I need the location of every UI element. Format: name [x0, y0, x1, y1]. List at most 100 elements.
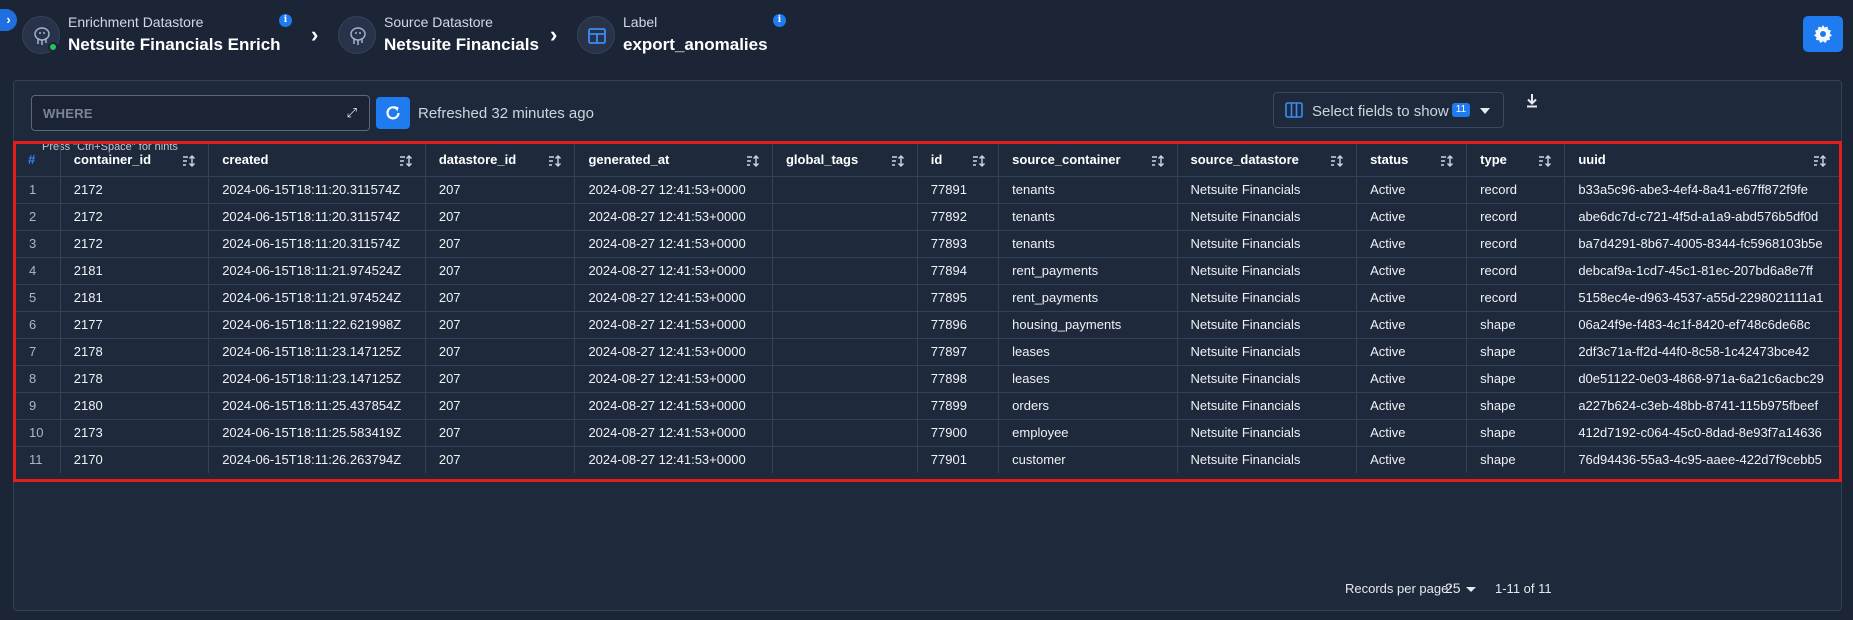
- breadcrumb-enrichment-datastore[interactable]: Enrichment Datastore Netsuite Financials…: [22, 12, 282, 58]
- chevron-down-icon[interactable]: [1466, 587, 1476, 592]
- table-row[interactable]: 2 2172 2024-06-15T18:11:20.311574Z 207 2024-…: [16, 203, 1839, 231]
- sort-icon[interactable]: [548, 155, 562, 170]
- cell-uuid: 06a24f9e-f483-4c1f-8420-ef748c6de68c: [1564, 311, 1839, 339]
- table-row[interactable]: 10 2173 2024-06-15T18:11:25.583419Z 207 2024…: [16, 419, 1839, 447]
- breadcrumb-label-container[interactable]: Label export_anomalies: [577, 12, 777, 58]
- table-row[interactable]: 1 2172 2024-06-15T18:11:20.311574Z 207 2024-…: [16, 176, 1839, 204]
- breadcrumb-source-datastore[interactable]: Source Datastore Netsuite Financials: [338, 12, 539, 58]
- sort-icon[interactable]: [182, 155, 196, 170]
- refresh-button[interactable]: [376, 97, 410, 129]
- column-header-status[interactable]: status: [1356, 144, 1468, 177]
- cell-type: record: [1466, 284, 1566, 312]
- cell-generated-at: 2024-08-27 12:41:53+0000: [574, 230, 773, 258]
- table-row[interactable]: 9 2180 2024-06-15T18:11:25.437854Z 207 2024-…: [16, 392, 1839, 420]
- cell-global-tags: [772, 176, 918, 204]
- column-header-label: source_container: [1012, 152, 1121, 168]
- pagination-range: 1-11 of 11: [1495, 581, 1552, 596]
- cell-generated-at: 2024-08-27 12:41:53+0000: [574, 311, 773, 339]
- cell-container-id: 2180: [60, 392, 210, 420]
- table-header-row: # container_id created datastore_id generate…: [16, 144, 1839, 177]
- cell-generated-at: 2024-08-27 12:41:53+0000: [574, 176, 773, 204]
- cell-source-container: rent_payments: [998, 257, 1178, 285]
- column-header-type[interactable]: type: [1466, 144, 1566, 177]
- where-query-input[interactable]: WHERE ⤢: [31, 95, 370, 131]
- row-number-cell: 6: [16, 311, 61, 339]
- cell-status: Active: [1356, 446, 1468, 473]
- cell-created: 2024-06-15T18:11:20.311574Z: [208, 203, 426, 231]
- table-row[interactable]: 11 2170 2024-06-15T18:11:26.263794Z 207 2024…: [16, 446, 1839, 473]
- cell-source-datastore: Netsuite Financials: [1177, 176, 1358, 204]
- cell-created: 2024-06-15T18:11:21.974524Z: [208, 284, 426, 312]
- column-header-datastore-id[interactable]: datastore_id: [425, 144, 576, 177]
- column-header-row-number[interactable]: #: [16, 144, 61, 177]
- sort-icon[interactable]: [1538, 155, 1552, 170]
- cell-status: Active: [1356, 311, 1468, 339]
- select-fields-dropdown[interactable]: Select fields to show 11: [1273, 92, 1504, 128]
- cell-datastore-id: 207: [425, 365, 576, 393]
- table-row[interactable]: 7 2178 2024-06-15T18:11:23.147125Z 207 2024-…: [16, 338, 1839, 366]
- column-header-created[interactable]: created: [208, 144, 426, 177]
- where-placeholder: WHERE: [43, 106, 93, 121]
- sort-icon[interactable]: [972, 155, 986, 170]
- download-button[interactable]: [1522, 91, 1542, 111]
- settings-button[interactable]: [1803, 16, 1843, 52]
- cell-global-tags: [772, 284, 918, 312]
- sort-icon[interactable]: [1330, 155, 1344, 170]
- table-row[interactable]: 4 2181 2024-06-15T18:11:21.974524Z 207 2024-…: [16, 257, 1839, 285]
- table-body: 1 2172 2024-06-15T18:11:20.311574Z 207 2024-…: [16, 176, 1839, 473]
- sort-icon[interactable]: [1813, 155, 1827, 170]
- cell-source-container: tenants: [998, 230, 1178, 258]
- cell-datastore-id: 207: [425, 338, 576, 366]
- cell-type: record: [1466, 176, 1566, 204]
- cell-generated-at: 2024-08-27 12:41:53+0000: [574, 446, 773, 473]
- cell-status: Active: [1356, 176, 1468, 204]
- rows-per-page-select[interactable]: 25: [1445, 580, 1461, 596]
- sort-icon[interactable]: [1440, 155, 1454, 170]
- table-row[interactable]: 6 2177 2024-06-15T18:11:22.621998Z 207 2024-…: [16, 311, 1839, 339]
- column-header-uuid[interactable]: uuid: [1564, 144, 1839, 177]
- cell-status: Active: [1356, 365, 1468, 393]
- column-header-source-datastore[interactable]: source_datastore: [1177, 144, 1358, 177]
- cell-global-tags: [772, 419, 918, 447]
- cell-container-id: 2172: [60, 176, 210, 204]
- row-number-cell: 11: [16, 446, 61, 473]
- sort-icon[interactable]: [1151, 155, 1165, 170]
- row-number-cell: 7: [16, 338, 61, 366]
- cell-source-datastore: Netsuite Financials: [1177, 311, 1358, 339]
- row-number-cell: 2: [16, 203, 61, 231]
- cell-container-id: 2181: [60, 284, 210, 312]
- table-row[interactable]: 5 2181 2024-06-15T18:11:21.974524Z 207 2024-…: [16, 284, 1839, 312]
- cell-id: 77900: [917, 419, 1000, 447]
- sort-icon[interactable]: [399, 155, 413, 170]
- records-table: # container_id created datastore_id generate…: [16, 144, 1839, 473]
- cell-datastore-id: 207: [425, 284, 576, 312]
- cell-id: 77892: [917, 203, 1000, 231]
- sidebar-toggle-chevron-icon[interactable]: ›: [0, 9, 17, 31]
- row-number-cell: 3: [16, 230, 61, 258]
- column-header-source-container[interactable]: source_container: [998, 144, 1178, 177]
- info-icon[interactable]: i: [279, 14, 292, 27]
- cell-source-container: leases: [998, 338, 1178, 366]
- column-header-generated-at[interactable]: generated_at: [574, 144, 773, 177]
- expand-icon[interactable]: ⤢: [347, 105, 357, 121]
- table-row[interactable]: 3 2172 2024-06-15T18:11:20.311574Z 207 2024-…: [16, 230, 1839, 258]
- cell-source-datastore: Netsuite Financials: [1177, 257, 1358, 285]
- info-icon[interactable]: i: [773, 14, 786, 27]
- cell-uuid: debcaf9a-1cd7-45c1-81ec-207bd6a8e7ff: [1564, 257, 1839, 285]
- cell-container-id: 2173: [60, 419, 210, 447]
- column-header-global-tags[interactable]: global_tags: [772, 144, 918, 177]
- cell-id: 77891: [917, 176, 1000, 204]
- refreshed-status: Refreshed 32 minutes ago: [418, 105, 594, 122]
- gear-icon: [1814, 25, 1832, 43]
- column-header-id[interactable]: id: [917, 144, 1000, 177]
- column-header-label: created: [222, 152, 269, 168]
- column-header-container-id[interactable]: container_id: [60, 144, 210, 177]
- cell-source-datastore: Netsuite Financials: [1177, 365, 1358, 393]
- sort-icon[interactable]: [746, 155, 760, 170]
- cell-status: Active: [1356, 338, 1468, 366]
- cell-source-datastore: Netsuite Financials: [1177, 203, 1358, 231]
- cell-source-datastore: Netsuite Financials: [1177, 338, 1358, 366]
- cell-source-container: rent_payments: [998, 284, 1178, 312]
- table-row[interactable]: 8 2178 2024-06-15T18:11:23.147125Z 207 2024-…: [16, 365, 1839, 393]
- sort-icon[interactable]: [891, 155, 905, 170]
